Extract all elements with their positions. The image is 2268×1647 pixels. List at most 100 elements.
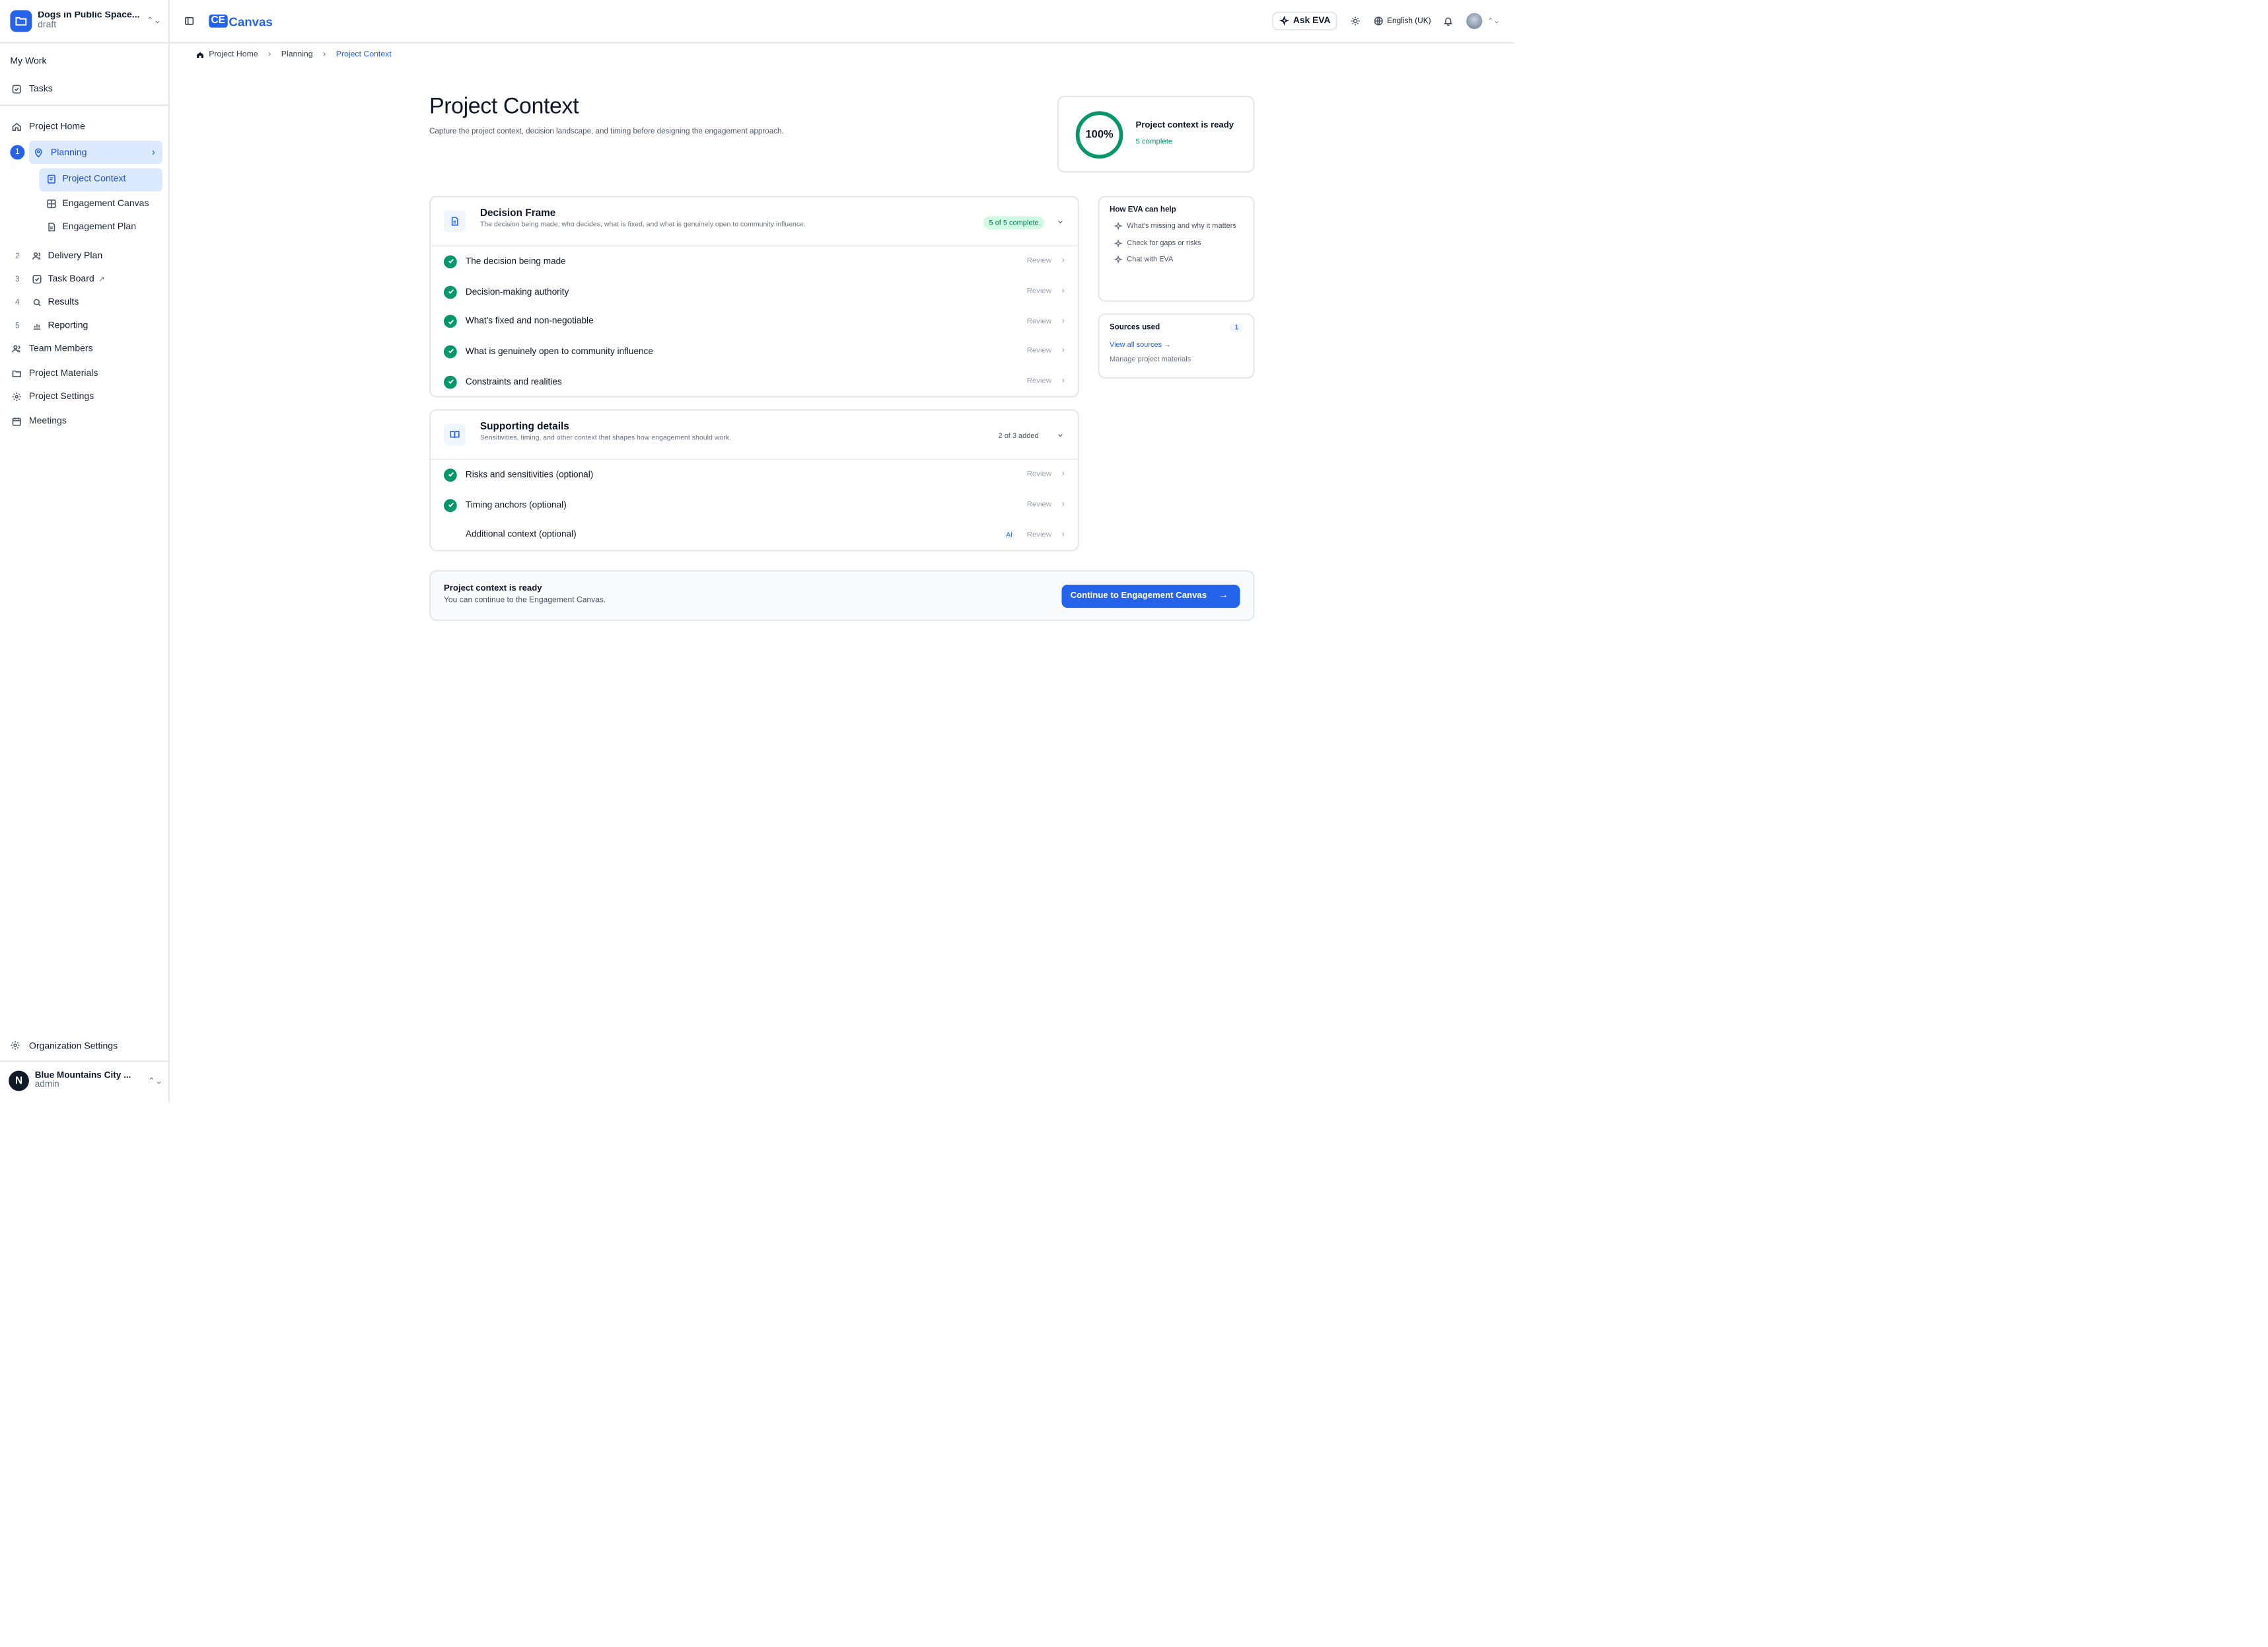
breadcrumb-planning[interactable]: Planning — [281, 51, 313, 59]
sidebar-item-project-settings[interactable]: Project Settings — [6, 385, 162, 408]
sidebar-item-label: Delivery Plan — [48, 250, 103, 262]
top-header: CE Canvas Ask EVA English (UK) ⌃⌄ — [169, 0, 1514, 44]
sidebar-subitem-project-context[interactable]: Project Context — [39, 167, 162, 191]
card-title: Supporting details — [479, 422, 569, 433]
external-link-icon: ↗ — [98, 275, 105, 284]
user-switcher[interactable]: N Blue Mountains City ... admin ⌃⌄ — [0, 1065, 168, 1103]
review-link[interactable]: Review — [1027, 470, 1051, 479]
review-link[interactable]: Review — [1027, 317, 1051, 326]
arrow-right-icon: → — [1164, 341, 1172, 350]
language-selector[interactable]: English (UK) — [1372, 15, 1431, 27]
sidebar-item-tasks[interactable]: Tasks — [6, 77, 162, 100]
chevron-right-icon: › — [151, 147, 155, 158]
continue-button[interactable]: Continue to Engagement Canvas → — [1061, 583, 1240, 608]
eva-help-item[interactable]: What's missing and why it matters — [1114, 221, 1243, 231]
user-role: admin — [34, 1079, 59, 1090]
ai-badge: AI — [1003, 530, 1016, 540]
logo-badge: CE — [209, 14, 228, 28]
users-icon — [30, 250, 44, 263]
sidebar-item-label: Meetings — [28, 416, 67, 426]
ask-eva-label: Ask EVA — [1293, 16, 1331, 26]
sources-card: Sources used 1 View all sources → Manage… — [1098, 313, 1255, 379]
sidebar-subitem-engagement-plan[interactable]: Engagement Plan — [39, 215, 162, 238]
sidebar-item-delivery-plan[interactable]: 2 Delivery Plan — [6, 244, 162, 268]
check-circle-icon — [443, 255, 457, 268]
sidebar-item-my-work[interactable]: My Work — [6, 50, 162, 73]
bell-icon[interactable] — [1442, 15, 1454, 27]
location-pin-icon — [32, 146, 45, 159]
sidebar-item-results[interactable]: 4 Results — [6, 291, 162, 314]
eva-help-item-label: Chat with EVA — [1127, 255, 1174, 264]
decision-frame-card: Decision Frame The decision being made, … — [429, 196, 1079, 398]
checklist-row[interactable]: What is genuinely open to community infl… — [431, 337, 1077, 367]
review-link[interactable]: Review — [1027, 257, 1051, 266]
review-link[interactable]: Review — [1027, 348, 1051, 356]
sun-icon[interactable] — [1349, 15, 1361, 27]
check-circle-icon — [443, 345, 457, 359]
sidebar-item-reporting[interactable]: 5 Reporting — [6, 314, 162, 337]
checklist-row-label: Risks and sensitivities (optional) — [465, 470, 594, 480]
ask-eva-button[interactable]: Ask EVA — [1271, 11, 1338, 31]
sidebar-item-project-materials[interactable]: Project Materials — [6, 361, 162, 384]
step-number: 5 — [15, 321, 20, 330]
sidebar-toggle-icon[interactable] — [182, 14, 196, 28]
app-logo[interactable]: CE Canvas — [209, 14, 273, 28]
search-icon — [30, 296, 44, 309]
sidebar-item-planning[interactable]: Planning › — [28, 141, 162, 165]
view-all-sources-link[interactable]: View all sources → — [1110, 341, 1243, 349]
sidebar-subitem-engagement-canvas[interactable]: Engagement Canvas — [39, 192, 162, 215]
chevron-up-down-icon[interactable]: ⌃⌄ — [1487, 17, 1499, 25]
checklist-row[interactable]: What's fixed and non-negotiable Review › — [431, 307, 1077, 336]
gear-icon — [10, 390, 23, 404]
app-root: Dogs in Public Space... draft ⌃⌄ My Work… — [0, 0, 1514, 1103]
users-icon — [10, 342, 23, 355]
checklist-row[interactable]: Constraints and realities Review › — [431, 367, 1077, 396]
sidebar-item-label: Project Settings — [28, 391, 94, 402]
sidebar-item-project-home[interactable]: Project Home — [6, 116, 162, 139]
sidebar-item-organization-settings[interactable]: Organization Settings — [0, 1033, 168, 1062]
checklist-row[interactable]: Risks and sensitivities (optional) Review… — [431, 460, 1077, 490]
sidebar-item-label: My Work — [10, 56, 47, 67]
chevron-down-icon[interactable]: ⌄ — [1056, 215, 1065, 226]
home-icon — [10, 120, 23, 133]
sidebar-item-label: Project Home — [28, 122, 85, 132]
check-circle-icon — [443, 468, 457, 482]
checklist-row[interactable]: Decision-making authority Review › — [431, 277, 1077, 307]
button-label: Continue to Engagement Canvas — [1070, 591, 1207, 601]
progress-ring: 100% — [1073, 108, 1125, 161]
step-number: 1 — [10, 145, 25, 160]
sidebar-item-label: Organization Settings — [28, 1041, 118, 1052]
checklist-row[interactable]: The decision being made Review › — [431, 246, 1077, 276]
checklist-row[interactable]: Timing anchors (optional) Review › — [431, 490, 1077, 520]
review-link[interactable]: Review — [1027, 287, 1051, 296]
link-label: View all sources — [1109, 341, 1162, 350]
manage-materials-link[interactable]: Manage project materials — [1110, 355, 1243, 364]
user-avatar[interactable] — [1466, 13, 1482, 29]
banner-subtitle: You can continue to the Engagement Canva… — [443, 596, 606, 605]
review-link[interactable]: Review — [1027, 531, 1051, 539]
sidebar-item-label: Team Members — [28, 344, 93, 354]
eva-help-item[interactable]: Chat with EVA — [1114, 255, 1243, 264]
sidebar-item-meetings[interactable]: Meetings — [6, 409, 162, 432]
eva-help-item[interactable]: Check for gaps or risks — [1114, 238, 1243, 248]
review-link[interactable]: Review — [1027, 377, 1051, 386]
card-title: Decision Frame — [479, 209, 556, 219]
project-status: draft — [38, 19, 57, 30]
checklist-row[interactable]: Additional context (optional) AI Review › — [431, 520, 1077, 550]
sidebar: Dogs in Public Space... draft ⌃⌄ My Work… — [0, 0, 170, 1103]
checkbox-icon — [30, 273, 44, 286]
breadcrumb-project-home[interactable]: Project Home — [209, 51, 258, 59]
supporting-details-header[interactable]: Supporting details Sensitivities, timing… — [431, 410, 1078, 460]
sidebar-item-label: Engagement Canvas — [62, 198, 149, 209]
review-link[interactable]: Review — [1027, 501, 1051, 509]
chevron-down-icon[interactable]: ⌄ — [1056, 428, 1065, 439]
document-icon — [45, 221, 58, 234]
logo-text: Canvas — [229, 13, 273, 28]
decision-frame-header[interactable]: Decision Frame The decision being made, … — [431, 198, 1078, 247]
project-switcher[interactable]: Dogs in Public Space... draft ⌃⌄ — [0, 0, 168, 44]
sidebar-item-team-members[interactable]: Team Members — [6, 338, 162, 361]
sidebar-item-label: Project Materials — [28, 367, 98, 379]
avatar: N — [9, 1070, 29, 1091]
sidebar-item-task-board[interactable]: 3 Task Board ↗ — [6, 268, 162, 291]
sidebar-item-label: Results — [48, 297, 79, 308]
